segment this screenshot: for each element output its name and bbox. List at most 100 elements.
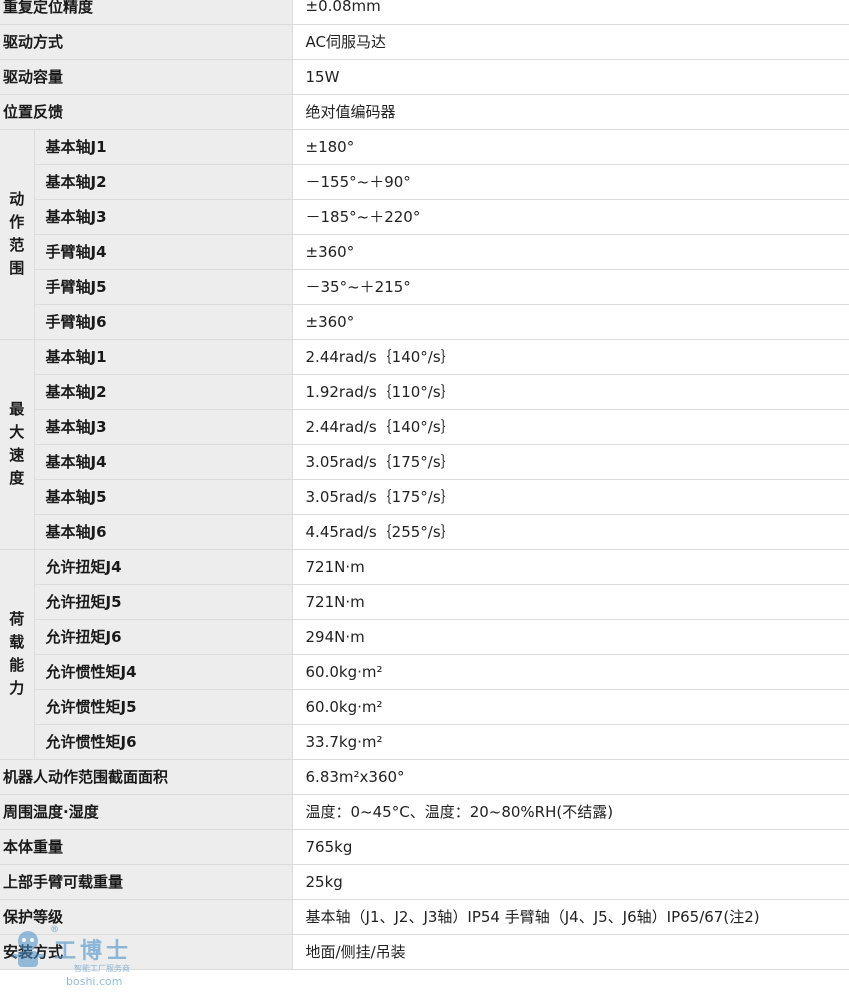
table-row: 基本轴J3 2.44rad/s｛140°/s｝	[0, 409, 849, 445]
group-char: 荷	[9, 610, 25, 628]
table-row: 动 作 范 围 基本轴J1 ±180°	[0, 129, 849, 340]
row-value: 33.7kg·m²	[292, 724, 849, 760]
row-label: 重复定位精度	[0, 0, 293, 25]
group-char: 作	[9, 213, 25, 231]
row-value: 绝对值编码器	[292, 94, 849, 130]
spec-table: 重复定位精度 ±0.08mm 驱动方式 AC伺服马达 驱动容量 15W 位置反馈…	[0, 0, 849, 970]
group-char: 围	[9, 259, 25, 277]
group-char: 最	[9, 400, 25, 418]
group-char: 力	[9, 679, 25, 697]
table-row: 允许惯性矩J5 60.0kg·m²	[0, 689, 849, 725]
table-row: 最 大 速 度 基本轴J1 2.44rad/s｛140°/s｝	[0, 339, 849, 550]
table-row: 手臂轴J6 ±360°	[0, 304, 849, 340]
table-row: 手臂轴J5 －35°~＋215°	[0, 269, 849, 305]
table-row: 保护等级 基本轴（J1、J2、J3轴）IP54 手臂轴（J4、J5、J6轴）IP…	[0, 899, 849, 935]
table-row: 荷 载 能 力 允许扭矩J4 721N·m	[0, 549, 849, 760]
row-label: 基本轴J3	[34, 409, 293, 445]
table-row: 驱动容量 15W	[0, 59, 849, 95]
group-char: 载	[9, 633, 25, 651]
row-label: 基本轴J2	[34, 374, 293, 410]
row-value: 3.05rad/s｛175°/s｝	[292, 444, 849, 480]
table-row: 周围温度·湿度 温度：0~45°C、温度：20~80%RH(不结露)	[0, 794, 849, 830]
table-row: 基本轴J2 －155°~＋90°	[0, 164, 849, 200]
table-row: 位置反馈 绝对值编码器	[0, 94, 849, 130]
row-value: 1.92rad/s｛110°/s｝	[292, 374, 849, 410]
table-row: 驱动方式 AC伺服马达	[0, 24, 849, 60]
row-label: 基本轴J6	[34, 514, 293, 550]
table-row: 重复定位精度 ±0.08mm	[0, 0, 849, 25]
row-value: ±0.08mm	[292, 0, 849, 25]
row-value: 6.83m²x360°	[292, 759, 849, 795]
row-label: 手臂轴J5	[34, 269, 293, 305]
row-label: 位置反馈	[0, 94, 293, 130]
row-value: －35°~＋215°	[292, 269, 849, 305]
group-char: 范	[9, 236, 25, 254]
row-label: 保护等级	[0, 899, 293, 935]
row-label: 安装方式	[0, 934, 293, 970]
row-label: 手臂轴J6	[34, 304, 293, 340]
watermark-domain: boshi.com	[66, 975, 123, 988]
table-row: 安装方式 地面/侧挂/吊装	[0, 934, 849, 970]
row-label: 驱动方式	[0, 24, 293, 60]
row-label: 基本轴J4	[34, 444, 293, 480]
table-row: 基本轴J6 4.45rad/s｛255°/s｝	[0, 514, 849, 550]
group-char: 大	[9, 423, 25, 441]
row-label: 手臂轴J4	[34, 234, 293, 270]
row-label: 机器人动作范围截面面积	[0, 759, 293, 795]
row-label: 允许扭矩J4	[34, 549, 293, 585]
row-value: 地面/侧挂/吊装	[292, 934, 849, 970]
row-label: 基本轴J3	[34, 199, 293, 235]
row-value: 3.05rad/s｛175°/s｝	[292, 479, 849, 515]
table-row: 上部手臂可载重量 25kg	[0, 864, 849, 900]
row-label: 基本轴J5	[34, 479, 293, 515]
row-label: 上部手臂可载重量	[0, 864, 293, 900]
row-label: 允许惯性矩J4	[34, 654, 293, 690]
row-label: 基本轴J1	[34, 129, 293, 165]
row-label: 本体重量	[0, 829, 293, 865]
row-value: 60.0kg·m²	[292, 654, 849, 690]
row-value: 基本轴（J1、J2、J3轴）IP54 手臂轴（J4、J5、J6轴）IP65/67…	[292, 899, 849, 935]
table-row: 手臂轴J4 ±360°	[0, 234, 849, 270]
row-value: ±180°	[292, 129, 849, 165]
row-label: 周围温度·湿度	[0, 794, 293, 830]
row-value: ±360°	[292, 234, 849, 270]
row-value: 2.44rad/s｛140°/s｝	[292, 339, 849, 375]
row-value: 294N·m	[292, 619, 849, 655]
row-label: 允许惯性矩J5	[34, 689, 293, 725]
group-char: 动	[9, 190, 25, 208]
row-value: －155°~＋90°	[292, 164, 849, 200]
group-char: 度	[9, 469, 25, 487]
table-row: 基本轴J5 3.05rad/s｛175°/s｝	[0, 479, 849, 515]
row-value: 温度：0~45°C、温度：20~80%RH(不结露)	[292, 794, 849, 830]
row-label: 基本轴J2	[34, 164, 293, 200]
row-value: AC伺服马达	[292, 24, 849, 60]
table-row: 允许惯性矩J4 60.0kg·m²	[0, 654, 849, 690]
group-label-load-capacity: 荷 载 能 力	[0, 549, 35, 760]
row-label: 允许扭矩J6	[34, 619, 293, 655]
row-value: 765kg	[292, 829, 849, 865]
row-label: 允许惯性矩J6	[34, 724, 293, 760]
table-row: 允许扭矩J6 294N·m	[0, 619, 849, 655]
table-row: 机器人动作范围截面面积 6.83m²x360°	[0, 759, 849, 795]
row-value: 25kg	[292, 864, 849, 900]
row-value: 15W	[292, 59, 849, 95]
group-label-max-speed: 最 大 速 度	[0, 339, 35, 550]
row-value: 721N·m	[292, 584, 849, 620]
row-value: 2.44rad/s｛140°/s｝	[292, 409, 849, 445]
group-char: 能	[9, 656, 25, 674]
row-label: 允许扭矩J5	[34, 584, 293, 620]
row-value: 4.45rad/s｛255°/s｝	[292, 514, 849, 550]
row-value: ±360°	[292, 304, 849, 340]
group-label-motion-range: 动 作 范 围	[0, 129, 35, 340]
table-row: 基本轴J2 1.92rad/s｛110°/s｝	[0, 374, 849, 410]
table-row: 基本轴J4 3.05rad/s｛175°/s｝	[0, 444, 849, 480]
group-char: 速	[9, 446, 25, 464]
row-label: 基本轴J1	[34, 339, 293, 375]
row-value: 60.0kg·m²	[292, 689, 849, 725]
row-label: 驱动容量	[0, 59, 293, 95]
table-row: 本体重量 765kg	[0, 829, 849, 865]
row-value: －185°~＋220°	[292, 199, 849, 235]
table-row: 基本轴J3 －185°~＋220°	[0, 199, 849, 235]
table-row: 允许扭矩J5 721N·m	[0, 584, 849, 620]
table-row: 允许惯性矩J6 33.7kg·m²	[0, 724, 849, 760]
